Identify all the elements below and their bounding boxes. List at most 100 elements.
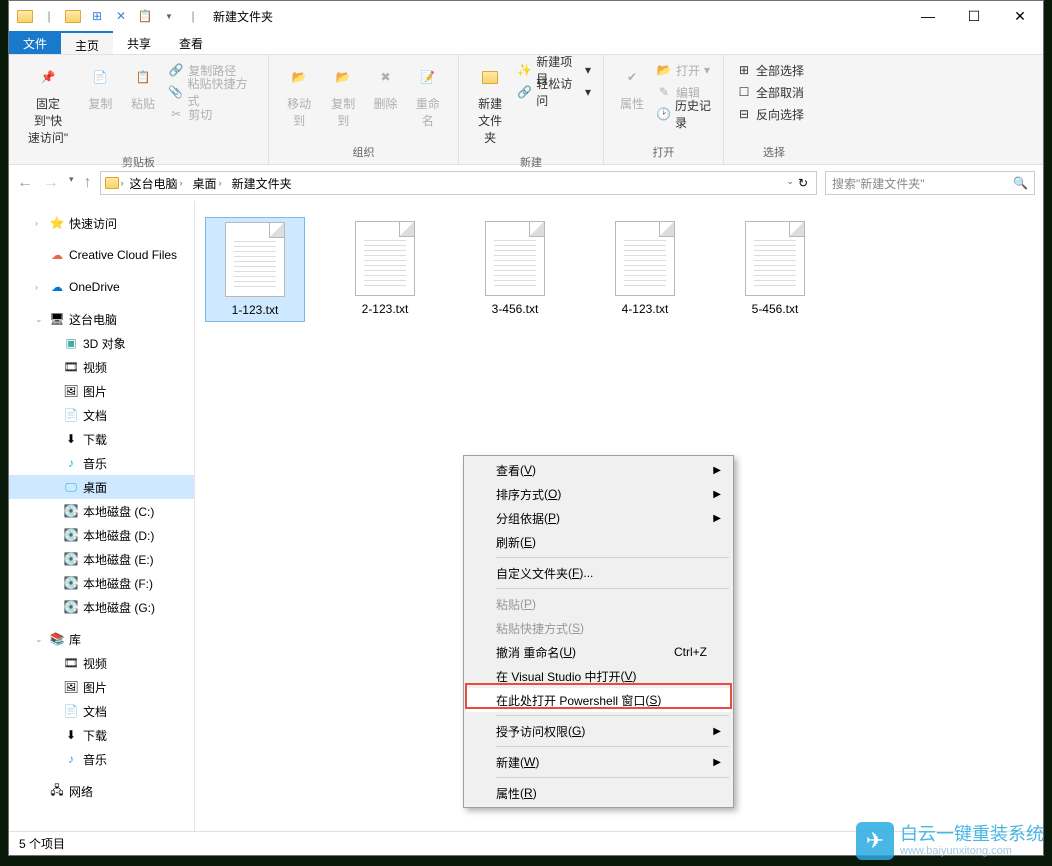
- rename-button[interactable]: 📝重命名: [406, 59, 450, 131]
- sidebar-lib-videos[interactable]: 🎞视频: [9, 651, 194, 675]
- ctx-new[interactable]: 新建(W)▶: [466, 750, 731, 774]
- back-button[interactable]: ←: [17, 174, 33, 192]
- txt-icon: [225, 222, 285, 297]
- sidebar-videos[interactable]: 🎞视频: [9, 355, 194, 379]
- invert-button[interactable]: ⊟反向选择: [732, 103, 808, 125]
- select-none-button[interactable]: ☐全部取消: [732, 81, 808, 103]
- select-all-icon[interactable]: ⊞: [87, 6, 107, 26]
- sidebar-3d[interactable]: ▣3D 对象: [9, 331, 194, 355]
- ctx-sort[interactable]: 排序方式(O)▶: [466, 482, 731, 506]
- easy-icon: 🔗: [517, 84, 532, 100]
- qat-dropdown-icon[interactable]: ▼: [159, 6, 179, 26]
- ribbon: 📌固定到"快 速访问" 📄复制 📋粘贴 🔗复制路径 📎粘贴快捷方式 ✂剪切 剪贴…: [9, 55, 1043, 165]
- tab-view[interactable]: 查看: [165, 31, 217, 54]
- file-item[interactable]: 5-456.txt: [725, 217, 825, 322]
- txt-icon: [615, 221, 675, 296]
- ctx-powershell[interactable]: 在此处打开 Powershell 窗口(S): [466, 688, 731, 712]
- minimize-button[interactable]: —: [905, 1, 951, 31]
- sidebar-music[interactable]: ♪音乐: [9, 451, 194, 475]
- ctx-properties[interactable]: 属性(R): [466, 781, 731, 805]
- paste-button[interactable]: 📋粘贴: [122, 59, 165, 114]
- folder-icon: [15, 6, 35, 26]
- sidebar-ccf[interactable]: ☁Creative Cloud Files: [9, 243, 194, 267]
- sidebar-diskf[interactable]: 💽本地磁盘 (F:): [9, 571, 194, 595]
- props-icon: ✔: [616, 61, 648, 93]
- sidebar-documents[interactable]: 📄文档: [9, 403, 194, 427]
- file-item[interactable]: 1-123.txt: [205, 217, 305, 322]
- sidebar-onedrive[interactable]: ›☁OneDrive: [9, 275, 194, 299]
- open-icon: 📂: [656, 62, 672, 78]
- easy-access-button[interactable]: 🔗轻松访问 ▾: [513, 81, 595, 103]
- history-icon: 🕑: [656, 106, 671, 122]
- selall-icon: ⊞: [736, 62, 752, 78]
- sidebar-desktop[interactable]: 🖵桌面: [9, 475, 194, 499]
- ctx-grant[interactable]: 授予访问权限(G)▶: [466, 719, 731, 743]
- paste-icon[interactable]: 📋: [135, 6, 155, 26]
- move-to-button[interactable]: 📂移动到: [277, 59, 321, 131]
- desktop-icon: 🖵: [63, 479, 79, 495]
- close-icon[interactable]: ✕: [111, 6, 131, 26]
- tab-home[interactable]: 主页: [61, 31, 113, 54]
- up-button[interactable]: ↑: [84, 174, 92, 192]
- maximize-button[interactable]: ☐: [951, 1, 997, 31]
- recent-dropdown[interactable]: ▾: [69, 174, 74, 192]
- new-folder-button[interactable]: 新建 文件夹: [467, 59, 513, 148]
- sidebar-lib-music[interactable]: ♪音乐: [9, 747, 194, 771]
- file-item[interactable]: 3-456.txt: [465, 217, 565, 322]
- ctx-undo[interactable]: 撤消 重命名(U)Ctrl+Z: [466, 640, 731, 664]
- file-item[interactable]: 2-123.txt: [335, 217, 435, 322]
- forward-button[interactable]: →: [43, 174, 59, 192]
- address-bar[interactable]: › 这台电脑› 桌面› 新建文件夹 ⌄ ↻: [100, 171, 817, 195]
- open-button[interactable]: 📂打开 ▾: [652, 59, 715, 81]
- sidebar-diskc[interactable]: 💽本地磁盘 (C:): [9, 499, 194, 523]
- new-group-label: 新建: [459, 152, 603, 174]
- ctx-customize[interactable]: 自定义文件夹(F)...: [466, 561, 731, 585]
- pin-button[interactable]: 📌固定到"快 速访问": [17, 59, 79, 148]
- sidebar-quick-access[interactable]: ›⭐快速访问: [9, 211, 194, 235]
- history-button[interactable]: 🕑历史记录: [652, 103, 715, 125]
- ctx-refresh[interactable]: 刷新(E): [466, 530, 731, 554]
- dl-icon: ⬇: [63, 727, 79, 743]
- sidebar-libraries[interactable]: ⌄📚库: [9, 627, 194, 651]
- file-item[interactable]: 4-123.txt: [595, 217, 695, 322]
- disk-icon: 💽: [63, 527, 79, 543]
- properties-button[interactable]: ✔属性: [612, 59, 652, 114]
- sidebar-diskd[interactable]: 💽本地磁盘 (D:): [9, 523, 194, 547]
- ctx-view[interactable]: 查看(V)▶: [466, 458, 731, 482]
- search-input[interactable]: 搜索"新建文件夹" 🔍: [825, 171, 1035, 195]
- sidebar-pictures[interactable]: 🖼图片: [9, 379, 194, 403]
- tab-share[interactable]: 共享: [113, 31, 165, 54]
- sidebar-network[interactable]: 🖧网络: [9, 779, 194, 803]
- sidebar-lib-documents[interactable]: 📄文档: [9, 699, 194, 723]
- sidebar-downloads[interactable]: ⬇下载: [9, 427, 194, 451]
- tab-file[interactable]: 文件: [9, 31, 61, 54]
- sidebar-lib-downloads[interactable]: ⬇下载: [9, 723, 194, 747]
- video-icon: 🎞: [63, 359, 79, 375]
- delete-button[interactable]: ✖删除: [365, 59, 406, 114]
- sidebar-lib-pictures[interactable]: 🖼图片: [9, 675, 194, 699]
- search-icon: 🔍: [1013, 176, 1028, 190]
- ctx-paste: 粘贴(P): [466, 592, 731, 616]
- sidebar-diske[interactable]: 💽本地磁盘 (E:): [9, 547, 194, 571]
- breadcrumb-folder[interactable]: 新建文件夹: [228, 175, 296, 192]
- breadcrumb-desktop[interactable]: 桌面›: [189, 175, 226, 192]
- addr-dropdown-icon[interactable]: ⌄: [786, 176, 794, 190]
- select-all-button[interactable]: ⊞全部选择: [732, 59, 808, 81]
- new-folder-icon[interactable]: [63, 6, 83, 26]
- ctx-group[interactable]: 分组依据(P)▶: [466, 506, 731, 530]
- sidebar-diskg[interactable]: 💽本地磁盘 (G:): [9, 595, 194, 619]
- copy-button[interactable]: 📄复制: [79, 59, 122, 114]
- copy-to-button[interactable]: 📂复制到: [321, 59, 365, 131]
- dl-icon: ⬇: [63, 431, 79, 447]
- paste-shortcut-button[interactable]: 📎粘贴快捷方式: [164, 81, 260, 103]
- onedrive-icon: ☁: [49, 279, 65, 295]
- clipboard-group-label: 剪贴板: [9, 152, 268, 174]
- cut-button[interactable]: ✂剪切: [164, 103, 260, 125]
- ctx-visualstudio[interactable]: 在 Visual Studio 中打开(V): [466, 664, 731, 688]
- watermark: ✈ 白云一键重装系统 www.baiyunxitong.com: [856, 822, 1044, 860]
- breadcrumb-thispc[interactable]: 这台电脑›: [126, 175, 187, 192]
- sidebar: ›⭐快速访问 ☁Creative Cloud Files ›☁OneDrive …: [9, 201, 195, 831]
- refresh-icon[interactable]: ↻: [798, 176, 808, 190]
- sidebar-thispc[interactable]: ⌄🖥这台电脑: [9, 307, 194, 331]
- close-button[interactable]: ✕: [997, 1, 1043, 31]
